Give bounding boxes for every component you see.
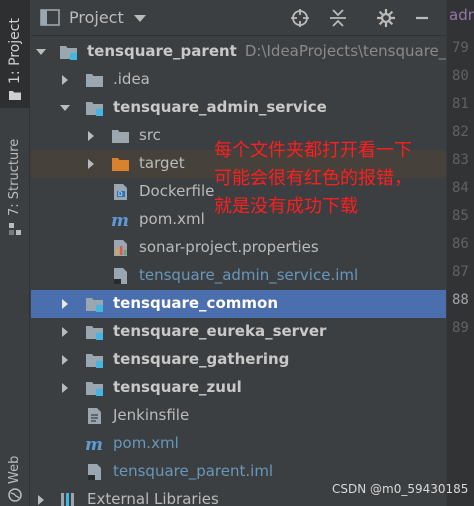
chevron-right-icon[interactable]: [59, 326, 71, 338]
dropdown-arrow-icon[interactable]: [129, 7, 151, 29]
tree-node-common[interactable]: tensquare_common: [31, 290, 446, 318]
locate-icon[interactable]: [289, 7, 311, 29]
excluded-folder-icon: [112, 158, 129, 171]
module-folder-icon: [86, 354, 103, 368]
folder-icon: [86, 74, 103, 87]
chevron-right-icon[interactable]: [85, 130, 97, 142]
tool-window-stripe: 1: Project 7: Structure Web: [0, 0, 30, 506]
docker-file-icon: D: [114, 184, 127, 200]
folder-icon: [112, 130, 129, 143]
tree-label-sonar: sonar-project.properties: [139, 238, 319, 256]
iml-file-icon: [88, 464, 101, 480]
project-tool-tab[interactable]: 1: Project: [0, 0, 30, 108]
tree-label-external-libraries: External Libraries: [87, 490, 219, 506]
project-view-icon: [40, 9, 60, 26]
iml-file-icon: [114, 268, 127, 284]
tree-label-common: tensquare_common: [113, 294, 278, 312]
editor-gutter: adm 79 80 81 82 83 84 85 86 87 88 89: [446, 0, 474, 506]
tree-label-gathering: tensquare_gathering: [113, 350, 290, 368]
panel-title[interactable]: Project: [69, 8, 124, 27]
line-number: 80: [452, 68, 469, 84]
text-file-icon: [88, 408, 101, 424]
tree-label-admin-service: tensquare_admin_service: [113, 98, 327, 116]
chevron-down-icon[interactable]: [59, 102, 71, 114]
tree-label-zuul: tensquare_zuul: [113, 378, 242, 396]
project-tree: tensquare_parent D:\IdeaProjects\tensquar…: [31, 37, 446, 506]
chevron-right-icon[interactable]: [85, 158, 97, 170]
tree-node-sonar[interactable]: sonar-project.properties: [31, 234, 446, 262]
chevron-right-icon[interactable]: [59, 382, 71, 394]
tree-label-idea: .idea: [113, 70, 150, 88]
folder-icon: [9, 91, 21, 100]
module-folder-icon: [60, 46, 77, 60]
tree-node-root[interactable]: tensquare_parent D:\IdeaProjects\tensquar…: [31, 38, 446, 66]
tree-label-src: src: [139, 126, 161, 144]
tree-label-root-iml: tensquare_parent.iml: [113, 462, 274, 480]
web-tab-label: Web: [7, 455, 22, 484]
structure-tool-tab[interactable]: 7: Structure: [0, 118, 30, 238]
editor-tab-partial[interactable]: adm: [449, 6, 474, 24]
root-path: D:\IdeaProjects\tensquare_parent: [244, 42, 446, 60]
tree-node-gathering[interactable]: tensquare_gathering: [31, 346, 446, 374]
module-folder-icon: [86, 326, 103, 340]
tree-label-admin-iml: tensquare_admin_service.iml: [139, 266, 359, 284]
svg-text:D: D: [118, 191, 123, 198]
tree-node-zuul[interactable]: tensquare_zuul: [31, 374, 446, 402]
tree-label-eureka: tensquare_eureka_server: [113, 322, 327, 340]
web-globe-icon: [8, 488, 22, 502]
structure-icon: [9, 223, 21, 235]
libraries-icon: [61, 493, 74, 506]
collapse-all-icon[interactable]: [327, 7, 349, 29]
tree-label-root: tensquare_parent D:\IdeaProjects\tensquar…: [87, 42, 446, 60]
annotation-line-2: 可能会很有红色的报错，: [214, 168, 412, 189]
line-number: 79: [452, 40, 469, 56]
line-number: 81: [452, 96, 469, 112]
svg-text:m: m: [111, 211, 129, 229]
module-folder-icon: [86, 298, 103, 312]
maven-icon: m: [85, 435, 103, 453]
tree-node-admin-service[interactable]: tensquare_admin_service: [31, 94, 446, 122]
project-panel-header: Project: [31, 0, 446, 36]
project-tab-label: 1: Project: [7, 18, 23, 84]
annotation-line-3: 就是没有成功下载: [214, 196, 358, 217]
structure-tab-label: 7: Structure: [7, 138, 22, 216]
chevron-right-icon[interactable]: [59, 354, 71, 366]
tree-label-admin-pom: pom.xml: [139, 210, 205, 228]
tree-label-target: target: [139, 154, 185, 172]
chevron-right-icon[interactable]: [59, 74, 71, 86]
tree-node-jenkinsfile[interactable]: Jenkinsfile: [31, 402, 446, 430]
line-number: 89: [452, 320, 469, 336]
module-folder-icon: [86, 102, 103, 116]
module-folder-icon: [86, 382, 103, 396]
properties-file-icon: [114, 240, 127, 256]
tree-node-idea[interactable]: .idea: [31, 66, 446, 94]
hide-icon[interactable]: [411, 7, 433, 29]
watermark: CSDN @m0_59430185: [332, 482, 469, 496]
tree-label-root-pom: pom.xml: [113, 434, 179, 452]
chevron-right-icon[interactable]: [35, 494, 47, 506]
tree-node-root-pom[interactable]: m pom.xml: [31, 430, 446, 458]
svg-text:m: m: [85, 435, 103, 453]
line-number: 86: [452, 236, 469, 252]
tree-label-jenkinsfile: Jenkinsfile: [113, 406, 190, 424]
web-tool-tab[interactable]: Web: [0, 440, 30, 506]
tree-node-eureka[interactable]: tensquare_eureka_server: [31, 318, 446, 346]
line-number-current: 88: [452, 292, 469, 308]
annotation-line-1: 每个文件夹都打开看一下: [214, 140, 412, 161]
line-number: 87: [452, 264, 469, 280]
maven-icon: m: [111, 211, 129, 229]
tree-node-admin-iml[interactable]: tensquare_admin_service.iml: [31, 262, 446, 290]
chevron-right-icon[interactable]: [59, 298, 71, 310]
gear-icon[interactable]: [375, 7, 397, 29]
tree-label-dockerfile: Dockerfile: [139, 182, 215, 200]
chevron-down-icon[interactable]: [35, 46, 47, 58]
